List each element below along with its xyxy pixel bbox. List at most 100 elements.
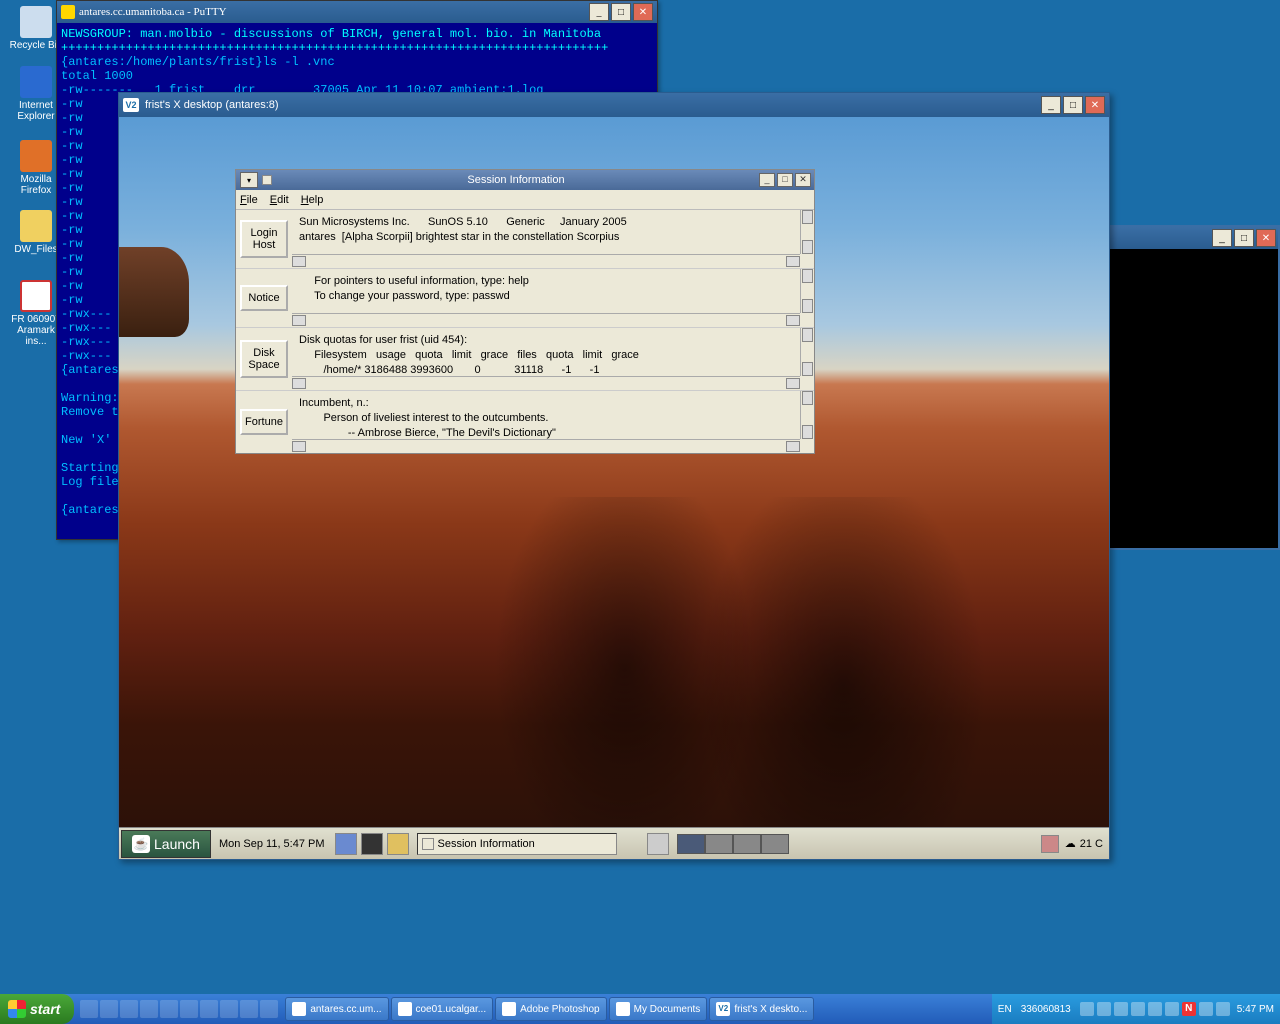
minimize-button[interactable]: _ <box>1212 229 1232 247</box>
taskbar-item-coe01[interactable]: coe01.ucalgar... <box>391 997 494 1021</box>
window-menu-button[interactable]: ▾ <box>240 172 258 188</box>
task-label: coe01.ucalgar... <box>416 1004 487 1015</box>
workspace-pager[interactable] <box>677 834 789 854</box>
maximize-button[interactable]: □ <box>777 173 793 187</box>
workspace-4[interactable] <box>761 834 789 854</box>
ql-icon[interactable] <box>120 1000 138 1018</box>
clock[interactable]: 5:47 PM <box>1237 1004 1274 1015</box>
cde-panel[interactable]: ☕Launch Mon Sep 11, 5:47 PM Session Info… <box>119 827 1109 859</box>
label: Mozilla Firefox <box>20 174 51 196</box>
workspace-1[interactable] <box>677 834 705 854</box>
menu-edit[interactable]: Edit <box>270 194 289 206</box>
close-button[interactable]: ✕ <box>633 3 653 21</box>
ql-icon[interactable] <box>200 1000 218 1018</box>
taskbar-item-mydocs[interactable]: My Documents <box>609 997 708 1021</box>
ql-icon[interactable] <box>100 1000 118 1018</box>
task-label: antares.cc.um... <box>310 1004 381 1015</box>
ie-icon <box>20 66 52 98</box>
bg-titlebar[interactable]: _ □ ✕ <box>1110 227 1278 249</box>
launch-button[interactable]: ☕Launch <box>121 830 211 858</box>
disk-space-button[interactable]: Disk Space <box>240 340 288 378</box>
window-pin-icon <box>262 175 272 185</box>
menu-file[interactable]: File <box>240 194 258 206</box>
scrollbar-vertical[interactable] <box>800 269 814 313</box>
notice-button[interactable]: Notice <box>240 285 288 311</box>
workspace-3[interactable] <box>733 834 761 854</box>
remote-desktop[interactable]: ▾ Session Information _ □ ✕ File Edit He… <box>119 117 1109 859</box>
xp-taskbar[interactable]: start antares.cc.um... coe01.ucalgar... … <box>0 994 1280 1024</box>
vnc-icon: V2 <box>123 98 139 112</box>
session-titlebar[interactable]: ▾ Session Information _ □ ✕ <box>236 170 814 190</box>
menu-help[interactable]: Help <box>301 194 324 206</box>
globe-icon[interactable] <box>335 833 357 855</box>
launch-label: Launch <box>154 836 200 852</box>
label: FR 060907 Aramark ins... <box>11 314 60 347</box>
taskbar-item-vnc[interactable]: V2frist's X deskto... <box>709 997 814 1021</box>
scrollbar-horizontal[interactable] <box>292 376 800 390</box>
file-manager-icon[interactable] <box>387 833 409 855</box>
maximize-button[interactable]: □ <box>611 3 631 21</box>
ql-icon[interactable] <box>160 1000 178 1018</box>
cde-datetime: Mon Sep 11, 5:47 PM <box>219 838 325 850</box>
app-icon <box>616 1002 630 1016</box>
app-icon <box>502 1002 516 1016</box>
scrollbar-vertical[interactable] <box>800 391 814 439</box>
taskbar-item-photoshop[interactable]: Adobe Photoshop <box>495 997 607 1021</box>
start-button[interactable]: start <box>0 994 74 1024</box>
scrollbar-horizontal[interactable] <box>292 254 800 268</box>
close-button[interactable]: ✕ <box>1256 229 1276 247</box>
system-tray[interactable]: EN 336060813 N 5:47 PM <box>992 994 1280 1024</box>
maximize-button[interactable]: □ <box>1234 229 1254 247</box>
ql-icon[interactable] <box>260 1000 278 1018</box>
ql-icon[interactable] <box>180 1000 198 1018</box>
close-button[interactable]: ✕ <box>795 173 811 187</box>
minimize-button[interactable]: _ <box>1041 96 1061 114</box>
task-label: Adobe Photoshop <box>520 1004 600 1015</box>
task-label: frist's X deskto... <box>734 1004 807 1015</box>
scrollbar-vertical[interactable] <box>800 210 814 254</box>
tray-icon[interactable] <box>1199 1002 1213 1016</box>
putty-titlebar[interactable]: antares.cc.umanitoba.ca - PuTTY _ □ ✕ <box>57 1 657 23</box>
scrollbar-horizontal[interactable] <box>292 439 800 453</box>
maximize-button[interactable]: □ <box>1063 96 1083 114</box>
close-button[interactable]: ✕ <box>1085 96 1105 114</box>
tray-icon[interactable] <box>1131 1002 1145 1016</box>
start-label: start <box>30 1001 60 1017</box>
pdf-icon <box>20 280 52 312</box>
notice-text: For pointers to useful information, type… <box>295 272 811 306</box>
ql-icon[interactable] <box>240 1000 258 1018</box>
language-indicator[interactable]: EN <box>998 1004 1012 1015</box>
tray-icon[interactable] <box>1080 1002 1094 1016</box>
tray-icon[interactable] <box>1165 1002 1179 1016</box>
session-info-window[interactable]: ▾ Session Information _ □ ✕ File Edit He… <box>235 169 815 454</box>
putty-title: antares.cc.umanitoba.ca - PuTTY <box>79 6 227 18</box>
ql-icon[interactable] <box>80 1000 98 1018</box>
fortune-button[interactable]: Fortune <box>240 409 288 435</box>
tray-icon[interactable] <box>1148 1002 1162 1016</box>
vnc-titlebar[interactable]: V2 frist's X desktop (antares:8) _ □ ✕ <box>119 93 1109 117</box>
printer-icon[interactable] <box>647 833 669 855</box>
ql-icon[interactable] <box>140 1000 158 1018</box>
scrollbar-horizontal[interactable] <box>292 313 800 327</box>
cde-task-session-info[interactable]: Session Information <box>417 833 617 855</box>
login-host-button[interactable]: Login Host <box>240 220 288 258</box>
task-label: Session Information <box>438 838 535 850</box>
tray-icon[interactable] <box>1097 1002 1111 1016</box>
volume-icon[interactable] <box>1041 835 1059 853</box>
folder-icon <box>20 210 52 242</box>
label: Internet Explorer <box>17 100 54 122</box>
scrollbar-vertical[interactable] <box>800 328 814 376</box>
workspace-2[interactable] <box>705 834 733 854</box>
tray-icon-n[interactable]: N <box>1182 1002 1196 1016</box>
minimize-button[interactable]: _ <box>759 173 775 187</box>
ql-icon[interactable] <box>220 1000 238 1018</box>
taskbar-item-putty[interactable]: antares.cc.um... <box>285 997 388 1021</box>
minimize-button[interactable]: _ <box>589 3 609 21</box>
vnc-window[interactable]: V2 frist's X desktop (antares:8) _ □ ✕ ▾… <box>118 92 1110 860</box>
tray-icon[interactable] <box>1114 1002 1128 1016</box>
background-window[interactable]: _ □ ✕ <box>1108 225 1280 550</box>
label: DW_Files <box>14 244 57 255</box>
tray-icon[interactable] <box>1216 1002 1230 1016</box>
terminal-icon[interactable] <box>361 833 383 855</box>
session-title: Session Information <box>276 174 756 186</box>
